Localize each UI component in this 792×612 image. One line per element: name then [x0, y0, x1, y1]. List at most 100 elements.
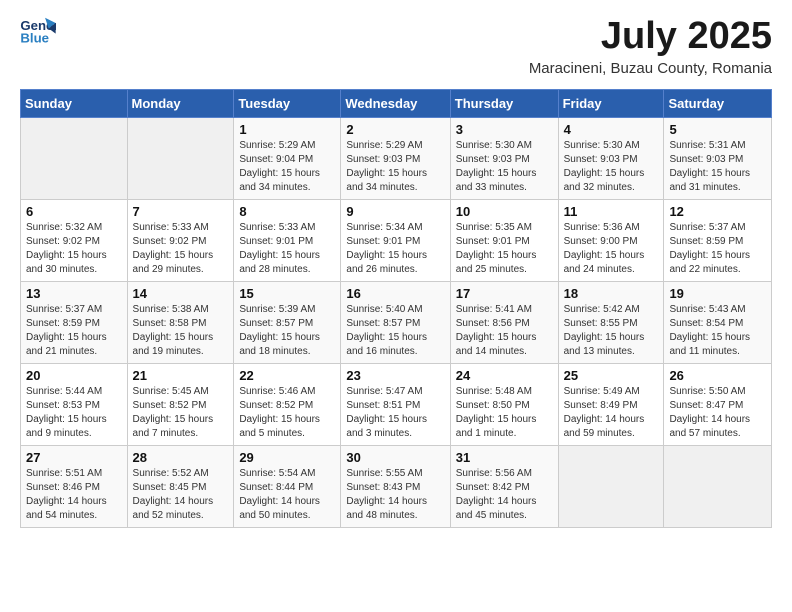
calendar-week-5: 27 Sunrise: 5:51 AM Sunset: 8:46 PM Dayli… — [21, 445, 772, 527]
day-number: 20 — [26, 368, 122, 383]
day-detail: Sunrise: 5:43 AM Sunset: 8:54 PM Dayligh… — [669, 303, 766, 359]
header: General Blue July 2025 Maracineni, Buzau… — [20, 16, 772, 77]
logo-icon: General Blue — [20, 16, 56, 46]
logo: General Blue — [20, 16, 58, 46]
calendar-cell: 26 Sunrise: 5:50 AM Sunset: 8:47 PM Dayli… — [664, 363, 772, 445]
day-detail: Sunrise: 5:36 AM Sunset: 9:00 PM Dayligh… — [564, 221, 659, 277]
title-block: July 2025 Maracineni, Buzau County, Roma… — [529, 16, 772, 77]
calendar-cell: 9 Sunrise: 5:34 AM Sunset: 9:01 PM Daylig… — [341, 199, 450, 281]
day-detail: Sunrise: 5:55 AM Sunset: 8:43 PM Dayligh… — [346, 467, 444, 523]
day-number: 14 — [133, 286, 229, 301]
day-number: 21 — [133, 368, 229, 383]
day-detail: Sunrise: 5:37 AM Sunset: 8:59 PM Dayligh… — [26, 303, 122, 359]
calendar-cell: 18Sunrise: 5:42 AM Sunset: 8:55 PM Dayli… — [558, 281, 664, 363]
calendar-cell: 22 Sunrise: 5:46 AM Sunset: 8:52 PM Dayli… — [234, 363, 341, 445]
day-number: 19 — [669, 286, 766, 301]
weekday-header-monday: Monday — [127, 89, 234, 117]
month-year-title: July 2025 — [529, 16, 772, 58]
calendar-cell: 8Sunrise: 5:33 AM Sunset: 9:01 PM Daylig… — [234, 199, 341, 281]
calendar-week-1: 1 Sunrise: 5:29 AM Sunset: 9:04 PM Daylig… — [21, 117, 772, 199]
calendar-cell: 10Sunrise: 5:35 AM Sunset: 9:01 PM Dayli… — [450, 199, 558, 281]
day-detail: Sunrise: 5:46 AM Sunset: 8:52 PM Dayligh… — [239, 385, 335, 441]
day-number: 9 — [346, 204, 444, 219]
day-detail: Sunrise: 5:30 AM Sunset: 9:03 PM Dayligh… — [456, 139, 553, 195]
day-number: 23 — [346, 368, 444, 383]
day-number: 3 — [456, 122, 553, 137]
day-detail: Sunrise: 5:30 AM Sunset: 9:03 PM Dayligh… — [564, 139, 659, 195]
calendar-cell: 11Sunrise: 5:36 AM Sunset: 9:00 PM Dayli… — [558, 199, 664, 281]
day-number: 15 — [239, 286, 335, 301]
calendar-cell — [127, 117, 234, 199]
day-number: 24 — [456, 368, 553, 383]
calendar-header: SundayMondayTuesdayWednesdayThursdayFrid… — [21, 89, 772, 117]
calendar-cell: 1 Sunrise: 5:29 AM Sunset: 9:04 PM Daylig… — [234, 117, 341, 199]
day-detail: Sunrise: 5:56 AM Sunset: 8:42 PM Dayligh… — [456, 467, 553, 523]
day-detail: Sunrise: 5:40 AM Sunset: 8:57 PM Dayligh… — [346, 303, 444, 359]
calendar-cell: 16 Sunrise: 5:40 AM Sunset: 8:57 PM Dayli… — [341, 281, 450, 363]
day-detail: Sunrise: 5:31 AM Sunset: 9:03 PM Dayligh… — [669, 139, 766, 195]
location-subtitle: Maracineni, Buzau County, Romania — [529, 60, 772, 77]
day-detail: Sunrise: 5:45 AM Sunset: 8:52 PM Dayligh… — [133, 385, 229, 441]
calendar-cell — [21, 117, 128, 199]
day-detail: Sunrise: 5:34 AM Sunset: 9:01 PM Dayligh… — [346, 221, 444, 277]
day-number: 5 — [669, 122, 766, 137]
day-detail: Sunrise: 5:51 AM Sunset: 8:46 PM Dayligh… — [26, 467, 122, 523]
day-detail: Sunrise: 5:33 AM Sunset: 9:01 PM Dayligh… — [239, 221, 335, 277]
day-detail: Sunrise: 5:44 AM Sunset: 8:53 PM Dayligh… — [26, 385, 122, 441]
day-number: 22 — [239, 368, 335, 383]
calendar-cell: 27 Sunrise: 5:51 AM Sunset: 8:46 PM Dayli… — [21, 445, 128, 527]
day-number: 1 — [239, 122, 335, 137]
day-number: 17 — [456, 286, 553, 301]
calendar-cell — [558, 445, 664, 527]
calendar-cell: 25 Sunrise: 5:49 AM Sunset: 8:49 PM Dayli… — [558, 363, 664, 445]
calendar-cell: 4 Sunrise: 5:30 AM Sunset: 9:03 PM Daylig… — [558, 117, 664, 199]
calendar-page: General Blue July 2025 Maracineni, Buzau… — [0, 0, 792, 548]
day-number: 16 — [346, 286, 444, 301]
day-number: 30 — [346, 450, 444, 465]
calendar-cell: 28 Sunrise: 5:52 AM Sunset: 8:45 PM Dayli… — [127, 445, 234, 527]
day-detail: Sunrise: 5:42 AM Sunset: 8:55 PM Dayligh… — [564, 303, 659, 359]
day-number: 4 — [564, 122, 659, 137]
day-number: 10 — [456, 204, 553, 219]
calendar-cell: 20 Sunrise: 5:44 AM Sunset: 8:53 PM Dayli… — [21, 363, 128, 445]
calendar-week-3: 13Sunrise: 5:37 AM Sunset: 8:59 PM Dayli… — [21, 281, 772, 363]
day-number: 29 — [239, 450, 335, 465]
day-number: 28 — [133, 450, 229, 465]
weekday-header-friday: Friday — [558, 89, 664, 117]
day-detail: Sunrise: 5:52 AM Sunset: 8:45 PM Dayligh… — [133, 467, 229, 523]
calendar-cell: 7Sunrise: 5:33 AM Sunset: 9:02 PM Daylig… — [127, 199, 234, 281]
day-detail: Sunrise: 5:29 AM Sunset: 9:04 PM Dayligh… — [239, 139, 335, 195]
calendar-cell: 17 Sunrise: 5:41 AM Sunset: 8:56 PM Dayli… — [450, 281, 558, 363]
calendar-cell: 31 Sunrise: 5:56 AM Sunset: 8:42 PM Dayli… — [450, 445, 558, 527]
day-number: 31 — [456, 450, 553, 465]
day-detail: Sunrise: 5:47 AM Sunset: 8:51 PM Dayligh… — [346, 385, 444, 441]
day-number: 2 — [346, 122, 444, 137]
calendar-cell: 15 Sunrise: 5:39 AM Sunset: 8:57 PM Dayli… — [234, 281, 341, 363]
day-number: 25 — [564, 368, 659, 383]
calendar-table: SundayMondayTuesdayWednesdayThursdayFrid… — [20, 89, 772, 528]
day-detail: Sunrise: 5:39 AM Sunset: 8:57 PM Dayligh… — [239, 303, 335, 359]
calendar-cell: 30 Sunrise: 5:55 AM Sunset: 8:43 PM Dayli… — [341, 445, 450, 527]
day-detail: Sunrise: 5:48 AM Sunset: 8:50 PM Dayligh… — [456, 385, 553, 441]
calendar-cell: 2Sunrise: 5:29 AM Sunset: 9:03 PM Daylig… — [341, 117, 450, 199]
calendar-week-2: 6Sunrise: 5:32 AM Sunset: 9:02 PM Daylig… — [21, 199, 772, 281]
day-detail: Sunrise: 5:49 AM Sunset: 8:49 PM Dayligh… — [564, 385, 659, 441]
day-detail: Sunrise: 5:50 AM Sunset: 8:47 PM Dayligh… — [669, 385, 766, 441]
weekday-header-row: SundayMondayTuesdayWednesdayThursdayFrid… — [21, 89, 772, 117]
calendar-cell: 5 Sunrise: 5:31 AM Sunset: 9:03 PM Daylig… — [664, 117, 772, 199]
weekday-header-thursday: Thursday — [450, 89, 558, 117]
day-number: 7 — [133, 204, 229, 219]
day-number: 26 — [669, 368, 766, 383]
day-detail: Sunrise: 5:54 AM Sunset: 8:44 PM Dayligh… — [239, 467, 335, 523]
calendar-cell: 3 Sunrise: 5:30 AM Sunset: 9:03 PM Daylig… — [450, 117, 558, 199]
calendar-cell: 14 Sunrise: 5:38 AM Sunset: 8:58 PM Dayli… — [127, 281, 234, 363]
calendar-cell: 23 Sunrise: 5:47 AM Sunset: 8:51 PM Dayli… — [341, 363, 450, 445]
day-number: 27 — [26, 450, 122, 465]
day-detail: Sunrise: 5:38 AM Sunset: 8:58 PM Dayligh… — [133, 303, 229, 359]
day-number: 6 — [26, 204, 122, 219]
calendar-cell: 13Sunrise: 5:37 AM Sunset: 8:59 PM Dayli… — [21, 281, 128, 363]
calendar-cell: 29 Sunrise: 5:54 AM Sunset: 8:44 PM Dayli… — [234, 445, 341, 527]
day-detail: Sunrise: 5:41 AM Sunset: 8:56 PM Dayligh… — [456, 303, 553, 359]
weekday-header-tuesday: Tuesday — [234, 89, 341, 117]
calendar-cell: 19 Sunrise: 5:43 AM Sunset: 8:54 PM Dayli… — [664, 281, 772, 363]
